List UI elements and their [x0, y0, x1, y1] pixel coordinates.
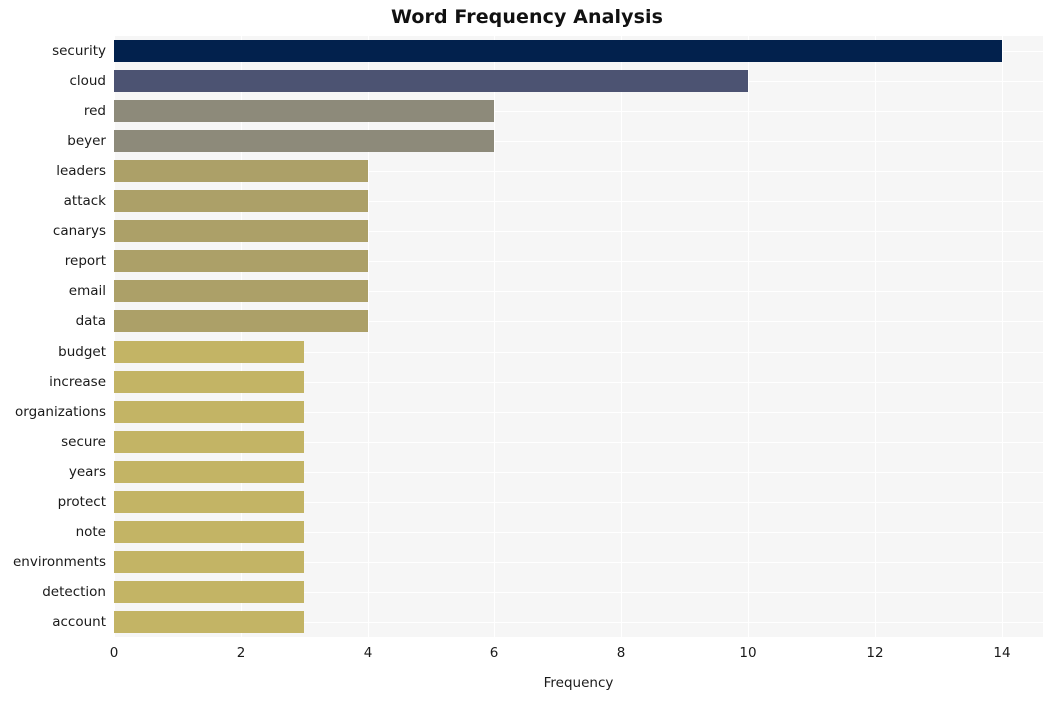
- x-axis-tick-labels: 0 2 4 6 8 10 12 14: [110, 645, 1043, 667]
- x-axis-tick-label: 0: [109, 645, 119, 661]
- bar: [114, 130, 494, 152]
- y-axis-tick-label: leaders: [56, 163, 106, 179]
- gridline-vertical: [494, 36, 495, 637]
- bar: [114, 310, 368, 332]
- y-axis-tick-label: attack: [63, 193, 106, 209]
- plot-area: [114, 36, 1043, 637]
- bar: [114, 250, 368, 272]
- x-axis-tick-label: 10: [739, 645, 757, 661]
- bar: [114, 551, 304, 573]
- bar: [114, 280, 368, 302]
- y-axis-tick-label: organizations: [15, 404, 106, 420]
- y-axis-tick-label: security: [52, 43, 106, 59]
- bar: [114, 401, 304, 423]
- gridline-vertical: [368, 36, 369, 637]
- bar: [114, 491, 304, 513]
- y-axis-tick-label: report: [64, 253, 106, 269]
- bar: [114, 70, 748, 92]
- gridline-vertical: [241, 36, 242, 637]
- y-axis-tick-label: cloud: [69, 73, 106, 89]
- y-axis-tick-label: secure: [61, 434, 106, 450]
- bar: [114, 190, 368, 212]
- x-axis-tick-label: 6: [489, 645, 499, 661]
- y-axis-tick-labels: security cloud red beyer leaders attack canary…: [0, 36, 106, 637]
- x-axis-tick-label: 8: [616, 645, 626, 661]
- y-axis-tick-label: budget: [58, 344, 106, 360]
- y-axis-tick-label: environments: [12, 554, 106, 570]
- x-axis-tick-label: 4: [363, 645, 373, 661]
- chart-figure: Word Frequency Analysis security cloud red…: [0, 0, 1054, 701]
- bar: [114, 100, 494, 122]
- gridline-vertical: [114, 36, 115, 637]
- bar: [114, 431, 304, 453]
- bar: [114, 160, 368, 182]
- gridline-vertical: [621, 36, 622, 637]
- bar: [114, 341, 304, 363]
- bar: [114, 220, 368, 242]
- y-axis-tick-label: protect: [57, 494, 106, 510]
- chart-title: Word Frequency Analysis: [390, 6, 664, 28]
- y-axis-tick-label: red: [83, 103, 106, 119]
- gridline-vertical: [1002, 36, 1003, 637]
- x-axis-title: Frequency: [543, 675, 614, 691]
- y-axis-tick-label: account: [52, 614, 106, 630]
- x-axis-tick-label: 12: [866, 645, 884, 661]
- y-axis-tick-label: years: [68, 464, 106, 480]
- y-axis-tick-label: beyer: [67, 133, 106, 149]
- bar: [114, 461, 304, 483]
- y-axis-tick-label: increase: [49, 374, 106, 390]
- y-axis-tick-label: email: [68, 283, 106, 299]
- x-axis-tick-label: 2: [236, 645, 246, 661]
- gridline-vertical: [748, 36, 749, 637]
- x-axis-tick-label: 14: [993, 645, 1011, 661]
- y-axis-tick-label: data: [75, 313, 106, 329]
- gridline-vertical: [875, 36, 876, 637]
- y-axis-tick-label: detection: [42, 584, 106, 600]
- bar: [114, 40, 1002, 62]
- bar: [114, 371, 304, 393]
- y-axis-tick-label: canarys: [52, 223, 106, 239]
- bar: [114, 521, 304, 543]
- bar: [114, 611, 304, 633]
- y-axis-tick-label: note: [75, 524, 106, 540]
- bar: [114, 581, 304, 603]
